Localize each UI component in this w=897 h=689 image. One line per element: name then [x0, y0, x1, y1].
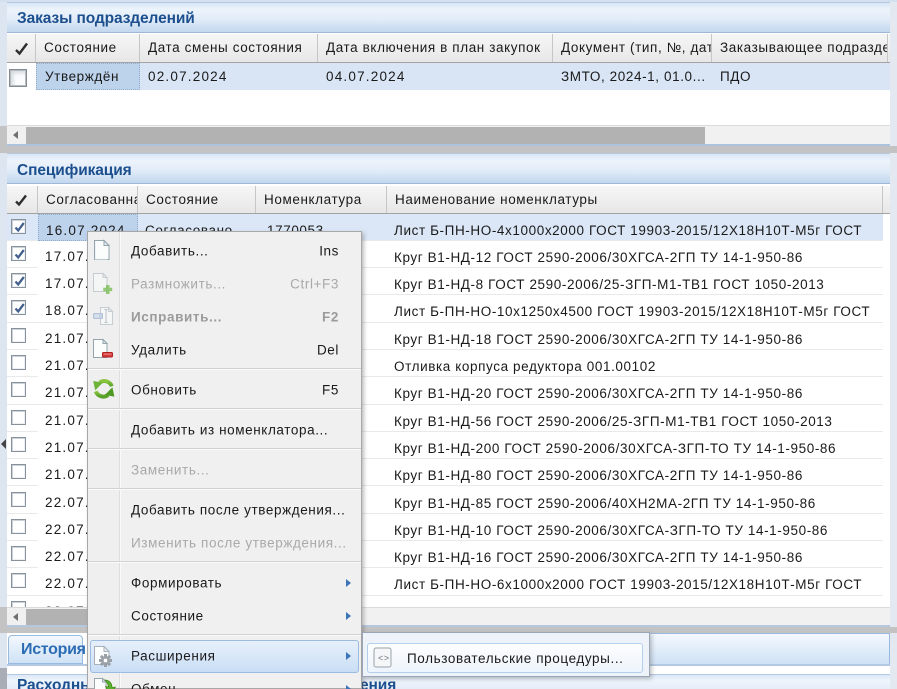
svg-text:<>: <> [378, 653, 390, 663]
